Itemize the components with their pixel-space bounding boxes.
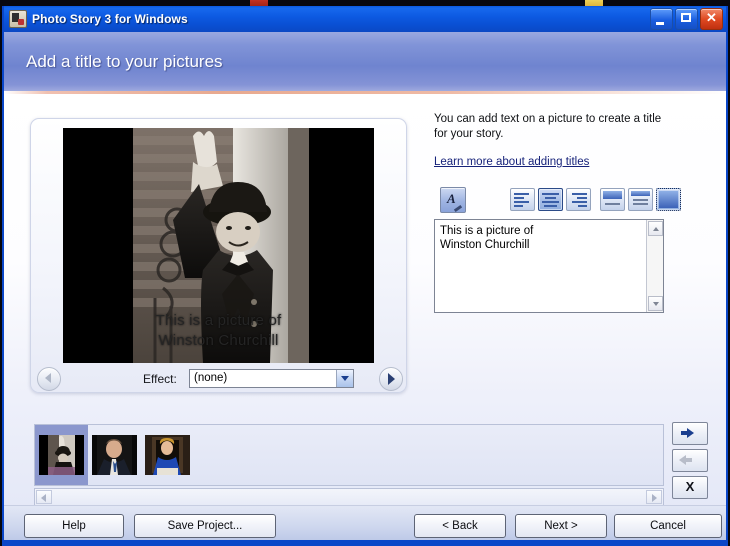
window-bottom-border xyxy=(4,540,726,544)
previous-picture-icon[interactable] xyxy=(37,367,61,391)
thumbnail-churchill-art xyxy=(39,435,84,475)
scroll-right-icon[interactable] xyxy=(646,490,662,504)
scroll-down-icon[interactable] xyxy=(648,296,663,311)
effect-label: Effect: xyxy=(143,372,177,386)
page-header: Add a title to your pictures xyxy=(4,32,726,94)
align-middle-icon[interactable] xyxy=(628,188,653,211)
align-right-icon[interactable] xyxy=(566,188,591,211)
picture-preview-panel: This is a picture of Winston Churchill E… xyxy=(30,118,407,393)
next-arrow-glyph xyxy=(388,373,395,385)
filmstrip-side-buttons: X xyxy=(672,422,708,503)
align-bottom-icon[interactable] xyxy=(656,188,681,211)
footer-bar: Help Save Project... < Back Next > Cance… xyxy=(4,505,726,544)
thumbnail-woman-blue-art xyxy=(145,435,190,475)
next-picture-icon[interactable] xyxy=(379,367,403,391)
effect-dropdown[interactable]: (none) xyxy=(189,369,354,388)
effect-value: (none) xyxy=(194,372,228,384)
filmstrip[interactable] xyxy=(34,424,664,486)
application-window: Photo Story 3 for Windows ✕ Add a title … xyxy=(2,6,728,546)
delete-picture-button[interactable]: X xyxy=(672,476,708,499)
preview-pane: This is a picture of Winston Churchill E… xyxy=(12,94,422,394)
instructions-pane: You can add text on a picture to create … xyxy=(434,112,684,313)
vertical-align-group xyxy=(600,188,681,211)
text-scrollbar[interactable] xyxy=(646,220,663,312)
thumbnail-man-suit[interactable] xyxy=(88,425,141,485)
window-controls: ✕ xyxy=(650,8,723,30)
chevron-down-icon[interactable] xyxy=(336,370,353,387)
filmstrip-scrollbar[interactable] xyxy=(34,488,664,506)
thumbnail-list xyxy=(35,425,194,485)
overlay-line-2: Winston Churchill xyxy=(158,332,279,349)
maximize-icon[interactable] xyxy=(675,8,698,30)
thumbnail-man-suit-art xyxy=(92,435,137,475)
learn-more-link[interactable]: Learn more about adding titles xyxy=(434,156,589,168)
text-toolbar: A xyxy=(434,187,681,213)
instruction-text: You can add text on a picture to create … xyxy=(434,113,662,140)
delete-glyph: X xyxy=(685,479,695,494)
photo-story-app-icon xyxy=(9,10,27,28)
picture-title-overlay: This is a picture of Winston Churchill xyxy=(63,311,374,351)
help-button[interactable]: Help xyxy=(24,514,124,538)
scroll-left-icon[interactable] xyxy=(36,490,52,504)
thumbnail-churchill[interactable] xyxy=(35,425,88,485)
align-center-icon[interactable] xyxy=(538,188,563,211)
title-text-line-1: This is a picture of xyxy=(440,225,534,237)
title-text-value: This is a picture of Winston Churchill xyxy=(440,224,533,252)
window-title-bar[interactable]: Photo Story 3 for Windows ✕ xyxy=(4,6,726,32)
title-text-line-2: Winston Churchill xyxy=(440,239,530,251)
save-project-button[interactable]: Save Project... xyxy=(134,514,276,538)
move-picture-right-icon[interactable] xyxy=(672,422,708,445)
close-icon[interactable]: ✕ xyxy=(700,8,723,30)
close-glyph: ✕ xyxy=(706,10,717,25)
back-button[interactable]: < Back xyxy=(414,514,506,538)
next-button[interactable]: Next > xyxy=(515,514,607,538)
align-left-icon[interactable] xyxy=(510,188,535,211)
picture-preview[interactable]: This is a picture of Winston Churchill xyxy=(63,128,374,363)
window-title: Photo Story 3 for Windows xyxy=(32,12,188,26)
font-style-icon[interactable]: A xyxy=(440,187,466,213)
font-letter-glyph: A xyxy=(447,191,456,206)
cancel-button[interactable]: Cancel xyxy=(614,514,722,538)
horizontal-align-group xyxy=(510,188,591,211)
align-top-icon[interactable] xyxy=(600,188,625,211)
minimize-icon[interactable] xyxy=(650,8,673,30)
desktop-background: Photo Story 3 for Windows ✕ Add a title … xyxy=(0,0,730,546)
move-picture-left-icon xyxy=(672,449,708,472)
scroll-up-icon[interactable] xyxy=(648,221,663,236)
page-title: Add a title to your pictures xyxy=(26,52,223,71)
overlay-line-1: This is a picture of xyxy=(155,312,282,329)
title-text-input[interactable]: This is a picture of Winston Churchill xyxy=(434,219,664,313)
thumbnail-woman-blue[interactable] xyxy=(141,425,194,485)
prev-arrow-glyph xyxy=(45,373,51,383)
main-content: This is a picture of Winston Churchill E… xyxy=(4,94,726,514)
